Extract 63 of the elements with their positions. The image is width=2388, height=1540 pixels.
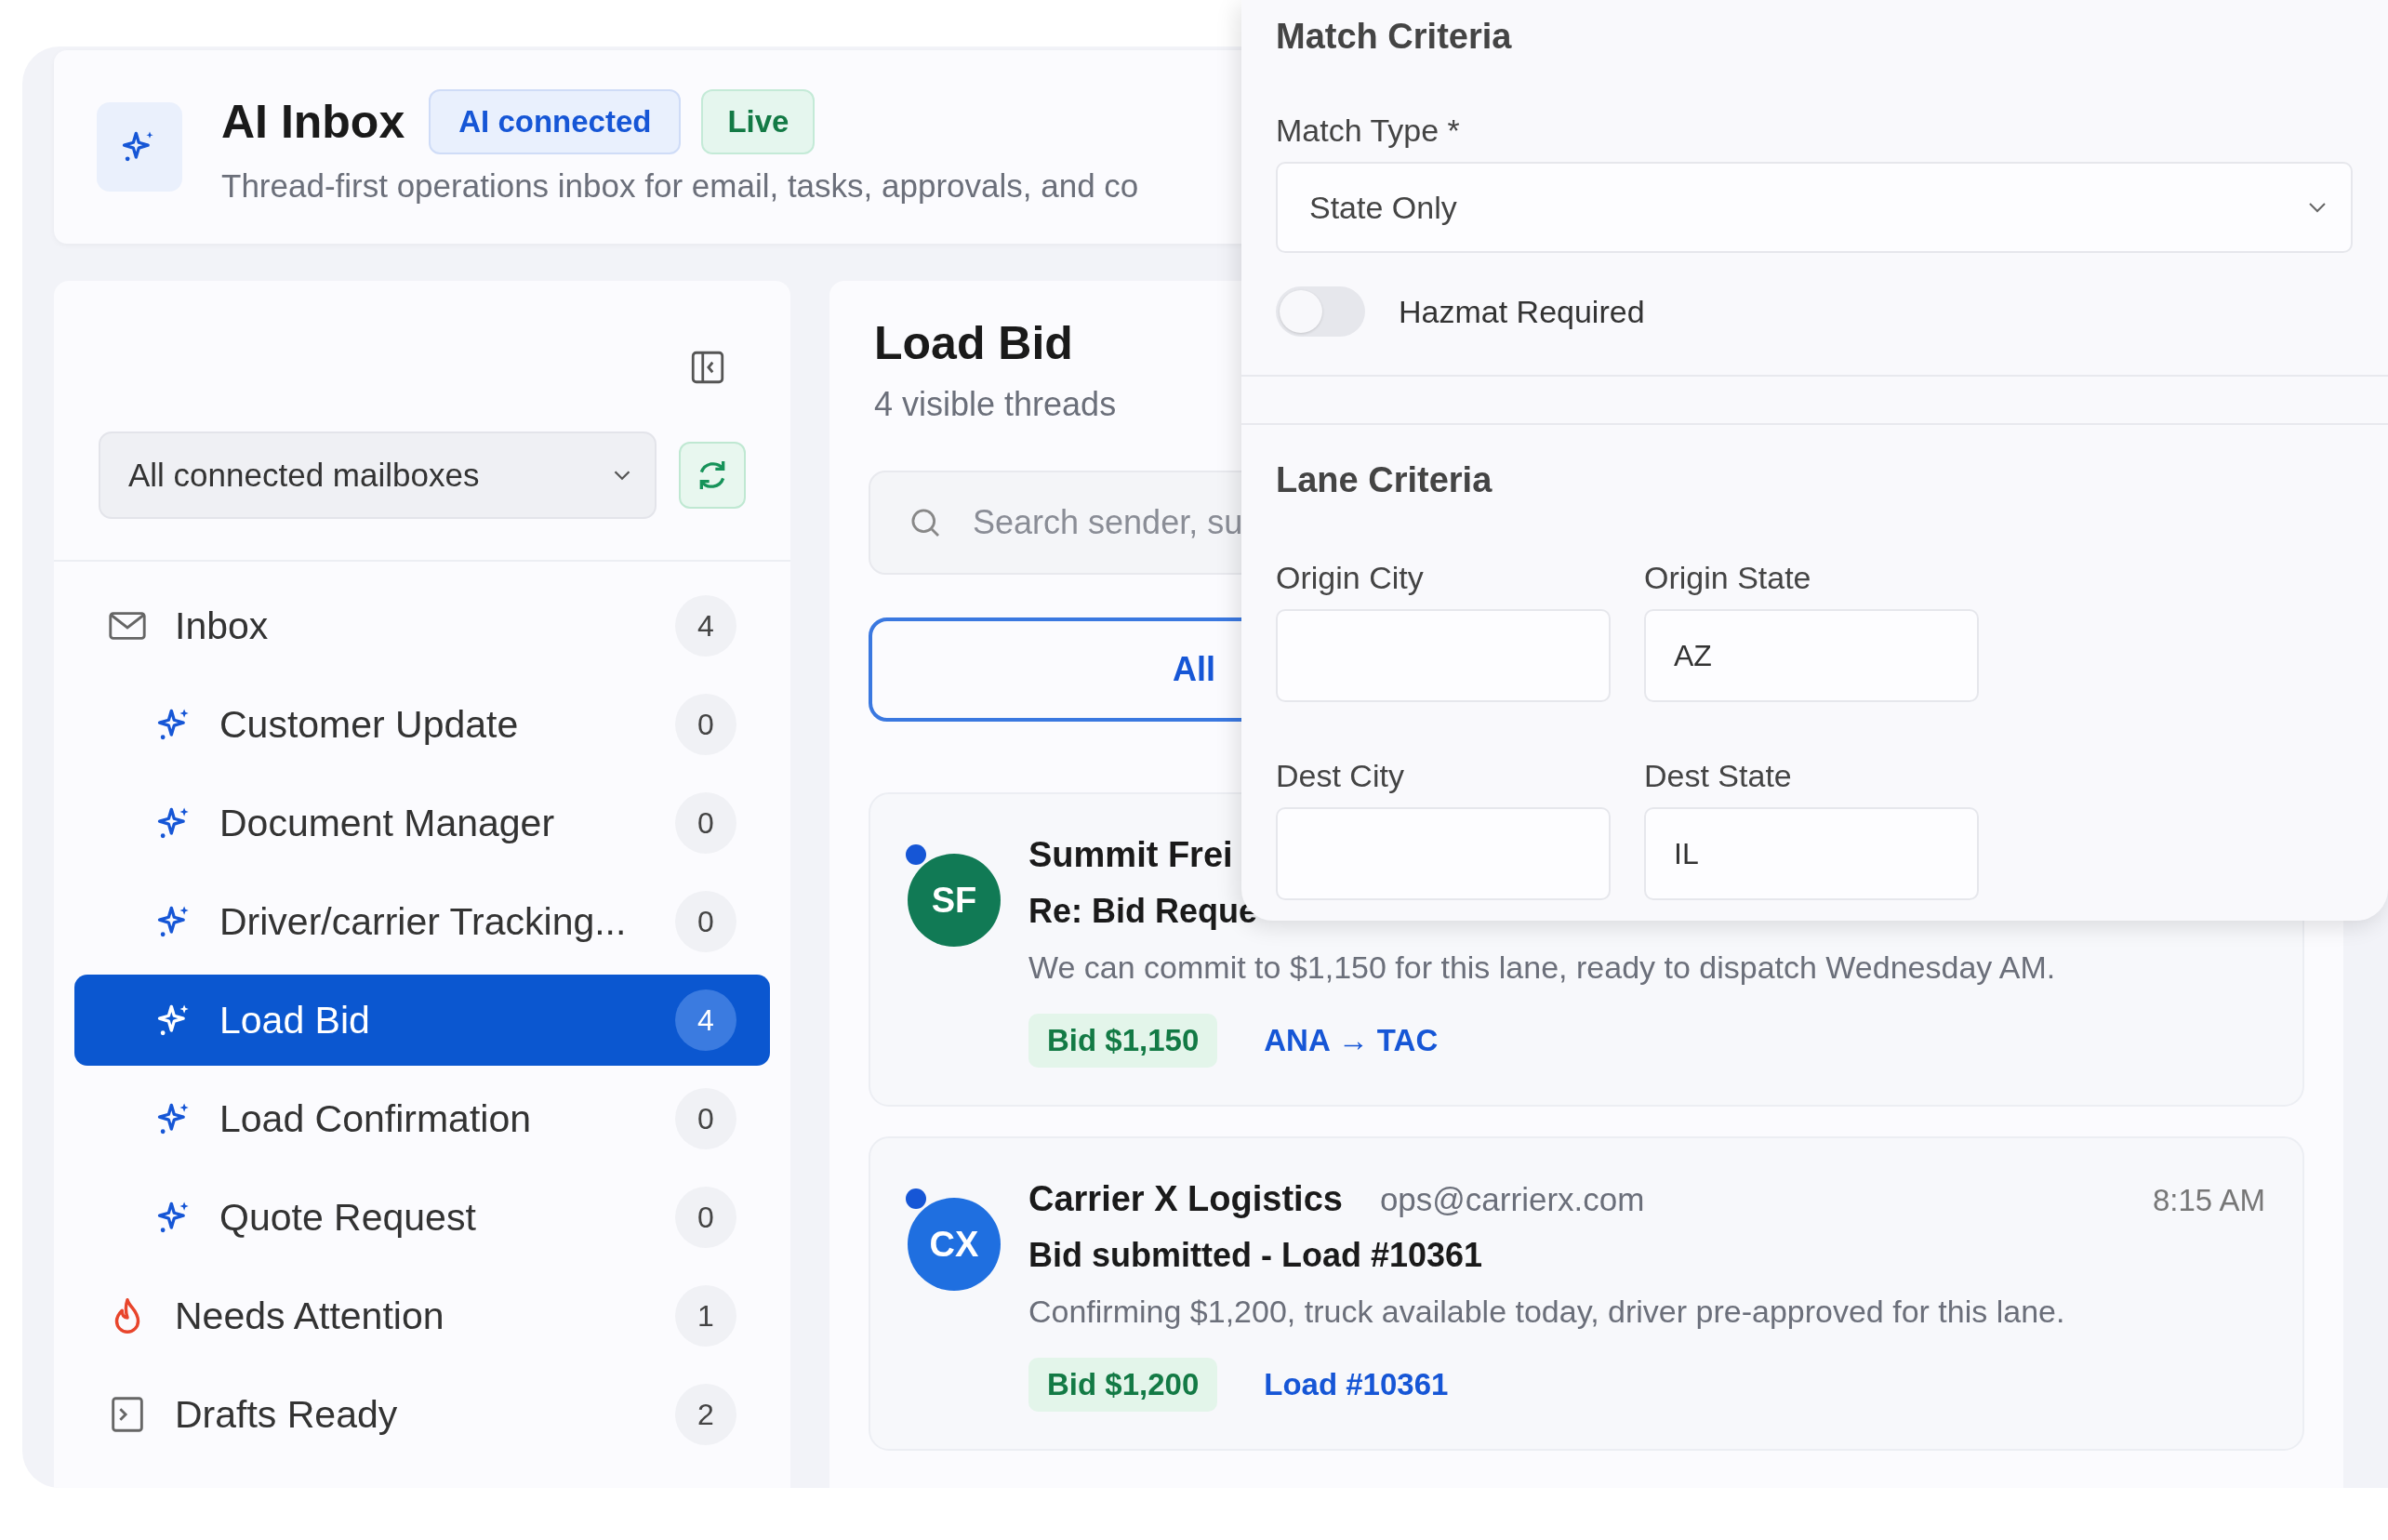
thread-preview: Confirming $1,200, truck available today, driver pre-approved for this lane. <box>1028 1294 2065 1330</box>
input-field[interactable]: IL <box>1644 807 1979 900</box>
avatar: CX <box>908 1198 1001 1291</box>
description: Thread-first operations inbox for email, tasks, approvals, and co <box>221 167 1139 205</box>
app-title: AI Inbox <box>221 95 405 149</box>
status-badge: AI connected <box>429 89 682 154</box>
sender-name: Carrier X Logistics <box>1028 1179 1343 1219</box>
nav-label: Customer Update <box>219 702 520 747</box>
nav-item[interactable]: Drafts Ready 2 <box>74 1369 770 1460</box>
count-badge: 4 <box>675 989 736 1051</box>
nav-label: Needs Attention <box>175 1294 445 1338</box>
thread-time: 8:15 AM <box>2152 1183 2265 1218</box>
count-badge: 0 <box>675 694 736 755</box>
mailbox-dropdown[interactable]: All connected mailboxes <box>99 431 657 519</box>
nav-label: Load Confirmation <box>219 1096 533 1141</box>
toggle-label: Hazmat Required <box>1399 293 1645 330</box>
count-badge: 0 <box>675 792 736 854</box>
field-label: Dest State <box>1644 758 1792 794</box>
refresh-button[interactable] <box>679 442 746 509</box>
list-title: Load Bid <box>874 316 1073 370</box>
count-badge: 0 <box>675 1088 736 1149</box>
count-badge: 0 <box>675 891 736 952</box>
thread-tag: Bid $1,200 <box>1028 1358 1218 1412</box>
nav-item[interactable]: Load Confirmation 0 <box>74 1073 770 1164</box>
field-label: Match Type * <box>1276 113 1460 149</box>
section-title: Match Criteria <box>1276 17 1512 57</box>
field-label: Origin City <box>1276 560 1424 596</box>
status-badge: Live <box>701 89 816 154</box>
thread-tag: Bid $1,150 <box>1028 1014 1218 1068</box>
avatar: SF <box>908 854 1001 947</box>
nav-item[interactable]: Quote Request 0 <box>74 1172 770 1263</box>
nav-item[interactable]: Driver/carrier Tracking... 0 <box>74 876 770 967</box>
toggle-switch[interactable] <box>1276 286 1365 337</box>
nav-item[interactable]: Load Bid 4 <box>74 975 770 1066</box>
nav-item[interactable]: Needs Attention 1 <box>74 1270 770 1361</box>
count-badge: 1 <box>675 1285 736 1347</box>
nav-label: Load Bid <box>219 998 371 1042</box>
thread-subject: Bid submitted - Load #10361 <box>1028 1236 1483 1275</box>
input-field[interactable]: AZ <box>1644 609 1979 702</box>
thread-count: 4 visible threads <box>874 385 1117 424</box>
nav-label: Inbox <box>175 604 270 648</box>
count-badge: 4 <box>675 595 736 657</box>
sparkle-icon <box>97 102 182 192</box>
match-type-dropdown[interactable]: State Only <box>1276 162 2353 253</box>
nav-item[interactable]: Document Manager 0 <box>74 777 770 869</box>
thread-preview: We can commit to $1,150 for this lane, ready to dispatch Wednesday AM. <box>1028 949 2056 986</box>
section-title: Lane Criteria <box>1276 460 1492 500</box>
thread-card[interactable]: CX Carrier X Logistics ops@carrierx.com 8:15 AM Bid submitted - Load #10361 Confirming $1,200, truck available today, driver pre-approved for this lane. Bid $1,200 Load #10361 <box>869 1136 2304 1451</box>
count-badge: 0 <box>675 1187 736 1248</box>
count-badge: 2 <box>675 1384 736 1445</box>
sender-name: Summit Frei <box>1028 835 1233 875</box>
nav-item[interactable]: Customer Update 0 <box>74 679 770 770</box>
thread-subject: Re: Bid Reque <box>1028 892 1258 931</box>
nav-label: Document Manager <box>219 801 556 845</box>
nav-label: Drafts Ready <box>175 1392 399 1437</box>
nav-item[interactable]: Inbox 4 <box>74 580 770 671</box>
field-label: Dest City <box>1276 758 1404 794</box>
nav-label: Quote Request <box>219 1195 477 1240</box>
nav-label: Driver/carrier Tracking... <box>219 899 628 944</box>
sender-email: ops@carrierx.com <box>1379 1181 1645 1218</box>
thread-tag: ANA → TAC <box>1245 1014 1457 1068</box>
field-label: Origin State <box>1644 560 1811 596</box>
thread-tag: Load #10361 <box>1245 1358 1467 1412</box>
